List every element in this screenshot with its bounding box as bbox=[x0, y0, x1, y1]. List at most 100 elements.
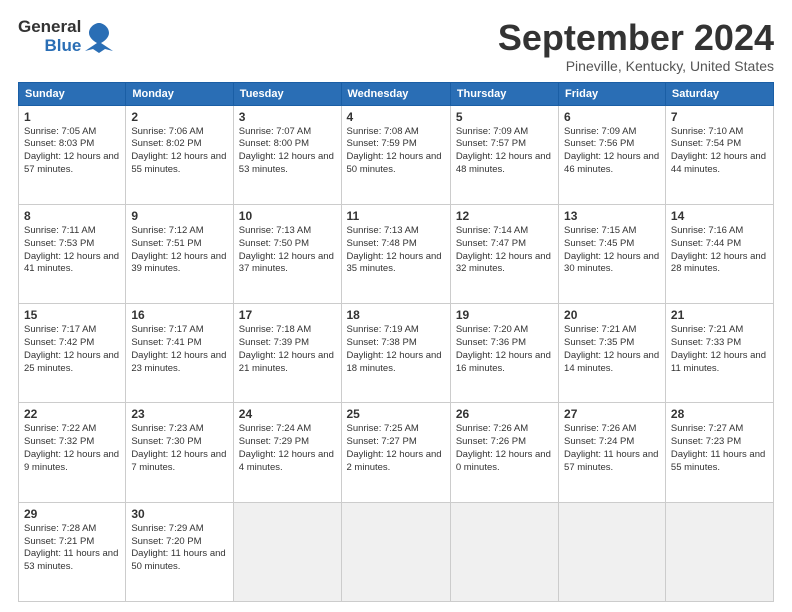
table-row: 19 Sunrise: 7:20 AMSunset: 7:36 PMDaylig… bbox=[450, 304, 558, 403]
table-row: 12 Sunrise: 7:14 AMSunset: 7:47 PMDaylig… bbox=[450, 204, 558, 303]
table-row: 7 Sunrise: 7:10 AMSunset: 7:54 PMDayligh… bbox=[665, 105, 773, 204]
main-title: September 2024 bbox=[498, 18, 774, 58]
table-row: 30 Sunrise: 7:29 AMSunset: 7:20 PMDaylig… bbox=[126, 502, 233, 601]
day-detail: Sunrise: 7:07 AMSunset: 8:00 PMDaylight:… bbox=[239, 126, 334, 175]
day-detail: Sunrise: 7:17 AMSunset: 7:41 PMDaylight:… bbox=[131, 324, 226, 373]
day-detail: Sunrise: 7:15 AMSunset: 7:45 PMDaylight:… bbox=[564, 225, 659, 274]
day-detail: Sunrise: 7:20 AMSunset: 7:36 PMDaylight:… bbox=[456, 324, 551, 373]
day-detail: Sunrise: 7:06 AMSunset: 8:02 PMDaylight:… bbox=[131, 126, 226, 175]
day-number: 8 bbox=[24, 209, 120, 223]
table-row bbox=[450, 502, 558, 601]
day-detail: Sunrise: 7:05 AMSunset: 8:03 PMDaylight:… bbox=[24, 126, 119, 175]
day-number: 30 bbox=[131, 507, 227, 521]
day-detail: Sunrise: 7:08 AMSunset: 7:59 PMDaylight:… bbox=[347, 126, 442, 175]
table-row bbox=[233, 502, 341, 601]
day-detail: Sunrise: 7:21 AMSunset: 7:33 PMDaylight:… bbox=[671, 324, 766, 373]
day-number: 21 bbox=[671, 308, 768, 322]
table-row: 5 Sunrise: 7:09 AMSunset: 7:57 PMDayligh… bbox=[450, 105, 558, 204]
logo-text-general: General bbox=[18, 18, 81, 37]
calendar-week-row: 1 Sunrise: 7:05 AMSunset: 8:03 PMDayligh… bbox=[19, 105, 774, 204]
day-number: 17 bbox=[239, 308, 336, 322]
subtitle: Pineville, Kentucky, United States bbox=[498, 58, 774, 74]
title-block: September 2024 Pineville, Kentucky, Unit… bbox=[498, 18, 774, 74]
col-thursday: Thursday bbox=[450, 82, 558, 105]
day-number: 20 bbox=[564, 308, 660, 322]
day-number: 19 bbox=[456, 308, 553, 322]
table-row: 9 Sunrise: 7:12 AMSunset: 7:51 PMDayligh… bbox=[126, 204, 233, 303]
logo-bird-icon bbox=[85, 21, 113, 53]
calendar-week-row: 8 Sunrise: 7:11 AMSunset: 7:53 PMDayligh… bbox=[19, 204, 774, 303]
header: General Blue September 2024 Pineville, K… bbox=[18, 18, 774, 74]
day-number: 27 bbox=[564, 407, 660, 421]
day-detail: Sunrise: 7:26 AMSunset: 7:26 PMDaylight:… bbox=[456, 423, 551, 472]
day-detail: Sunrise: 7:28 AMSunset: 7:21 PMDaylight:… bbox=[24, 523, 118, 572]
day-detail: Sunrise: 7:21 AMSunset: 7:35 PMDaylight:… bbox=[564, 324, 659, 373]
day-number: 16 bbox=[131, 308, 227, 322]
day-number: 4 bbox=[347, 110, 445, 124]
day-detail: Sunrise: 7:22 AMSunset: 7:32 PMDaylight:… bbox=[24, 423, 119, 472]
col-tuesday: Tuesday bbox=[233, 82, 341, 105]
col-sunday: Sunday bbox=[19, 82, 126, 105]
table-row: 11 Sunrise: 7:13 AMSunset: 7:48 PMDaylig… bbox=[341, 204, 450, 303]
day-number: 26 bbox=[456, 407, 553, 421]
day-number: 23 bbox=[131, 407, 227, 421]
table-row: 2 Sunrise: 7:06 AMSunset: 8:02 PMDayligh… bbox=[126, 105, 233, 204]
day-number: 28 bbox=[671, 407, 768, 421]
day-detail: Sunrise: 7:14 AMSunset: 7:47 PMDaylight:… bbox=[456, 225, 551, 274]
day-number: 18 bbox=[347, 308, 445, 322]
table-row: 22 Sunrise: 7:22 AMSunset: 7:32 PMDaylig… bbox=[19, 403, 126, 502]
day-detail: Sunrise: 7:27 AMSunset: 7:23 PMDaylight:… bbox=[671, 423, 765, 472]
day-detail: Sunrise: 7:19 AMSunset: 7:38 PMDaylight:… bbox=[347, 324, 442, 373]
day-detail: Sunrise: 7:10 AMSunset: 7:54 PMDaylight:… bbox=[671, 126, 766, 175]
day-detail: Sunrise: 7:13 AMSunset: 7:48 PMDaylight:… bbox=[347, 225, 442, 274]
day-detail: Sunrise: 7:11 AMSunset: 7:53 PMDaylight:… bbox=[24, 225, 119, 274]
day-number: 11 bbox=[347, 209, 445, 223]
table-row: 6 Sunrise: 7:09 AMSunset: 7:56 PMDayligh… bbox=[559, 105, 666, 204]
day-number: 12 bbox=[456, 209, 553, 223]
day-detail: Sunrise: 7:13 AMSunset: 7:50 PMDaylight:… bbox=[239, 225, 334, 274]
table-row bbox=[665, 502, 773, 601]
table-row: 1 Sunrise: 7:05 AMSunset: 8:03 PMDayligh… bbox=[19, 105, 126, 204]
table-row: 28 Sunrise: 7:27 AMSunset: 7:23 PMDaylig… bbox=[665, 403, 773, 502]
table-row: 21 Sunrise: 7:21 AMSunset: 7:33 PMDaylig… bbox=[665, 304, 773, 403]
day-detail: Sunrise: 7:29 AMSunset: 7:20 PMDaylight:… bbox=[131, 523, 225, 572]
day-number: 25 bbox=[347, 407, 445, 421]
header-row: Sunday Monday Tuesday Wednesday Thursday… bbox=[19, 82, 774, 105]
day-number: 14 bbox=[671, 209, 768, 223]
day-number: 3 bbox=[239, 110, 336, 124]
table-row: 8 Sunrise: 7:11 AMSunset: 7:53 PMDayligh… bbox=[19, 204, 126, 303]
day-detail: Sunrise: 7:24 AMSunset: 7:29 PMDaylight:… bbox=[239, 423, 334, 472]
table-row: 27 Sunrise: 7:26 AMSunset: 7:24 PMDaylig… bbox=[559, 403, 666, 502]
table-row: 15 Sunrise: 7:17 AMSunset: 7:42 PMDaylig… bbox=[19, 304, 126, 403]
table-row: 10 Sunrise: 7:13 AMSunset: 7:50 PMDaylig… bbox=[233, 204, 341, 303]
day-detail: Sunrise: 7:16 AMSunset: 7:44 PMDaylight:… bbox=[671, 225, 766, 274]
calendar-week-row: 22 Sunrise: 7:22 AMSunset: 7:32 PMDaylig… bbox=[19, 403, 774, 502]
table-row: 3 Sunrise: 7:07 AMSunset: 8:00 PMDayligh… bbox=[233, 105, 341, 204]
table-row: 4 Sunrise: 7:08 AMSunset: 7:59 PMDayligh… bbox=[341, 105, 450, 204]
logo-text-blue: Blue bbox=[44, 37, 81, 56]
day-detail: Sunrise: 7:17 AMSunset: 7:42 PMDaylight:… bbox=[24, 324, 119, 373]
calendar-table: Sunday Monday Tuesday Wednesday Thursday… bbox=[18, 82, 774, 602]
day-number: 2 bbox=[131, 110, 227, 124]
day-number: 1 bbox=[24, 110, 120, 124]
day-detail: Sunrise: 7:18 AMSunset: 7:39 PMDaylight:… bbox=[239, 324, 334, 373]
logo: General Blue bbox=[18, 18, 113, 55]
table-row bbox=[559, 502, 666, 601]
day-detail: Sunrise: 7:12 AMSunset: 7:51 PMDaylight:… bbox=[131, 225, 226, 274]
col-friday: Friday bbox=[559, 82, 666, 105]
day-number: 15 bbox=[24, 308, 120, 322]
table-row: 17 Sunrise: 7:18 AMSunset: 7:39 PMDaylig… bbox=[233, 304, 341, 403]
day-detail: Sunrise: 7:25 AMSunset: 7:27 PMDaylight:… bbox=[347, 423, 442, 472]
day-number: 6 bbox=[564, 110, 660, 124]
table-row: 16 Sunrise: 7:17 AMSunset: 7:41 PMDaylig… bbox=[126, 304, 233, 403]
day-number: 29 bbox=[24, 507, 120, 521]
table-row: 13 Sunrise: 7:15 AMSunset: 7:45 PMDaylig… bbox=[559, 204, 666, 303]
table-row: 29 Sunrise: 7:28 AMSunset: 7:21 PMDaylig… bbox=[19, 502, 126, 601]
table-row: 23 Sunrise: 7:23 AMSunset: 7:30 PMDaylig… bbox=[126, 403, 233, 502]
day-number: 7 bbox=[671, 110, 768, 124]
col-saturday: Saturday bbox=[665, 82, 773, 105]
day-detail: Sunrise: 7:09 AMSunset: 7:56 PMDaylight:… bbox=[564, 126, 659, 175]
table-row: 18 Sunrise: 7:19 AMSunset: 7:38 PMDaylig… bbox=[341, 304, 450, 403]
day-number: 10 bbox=[239, 209, 336, 223]
calendar-week-row: 15 Sunrise: 7:17 AMSunset: 7:42 PMDaylig… bbox=[19, 304, 774, 403]
